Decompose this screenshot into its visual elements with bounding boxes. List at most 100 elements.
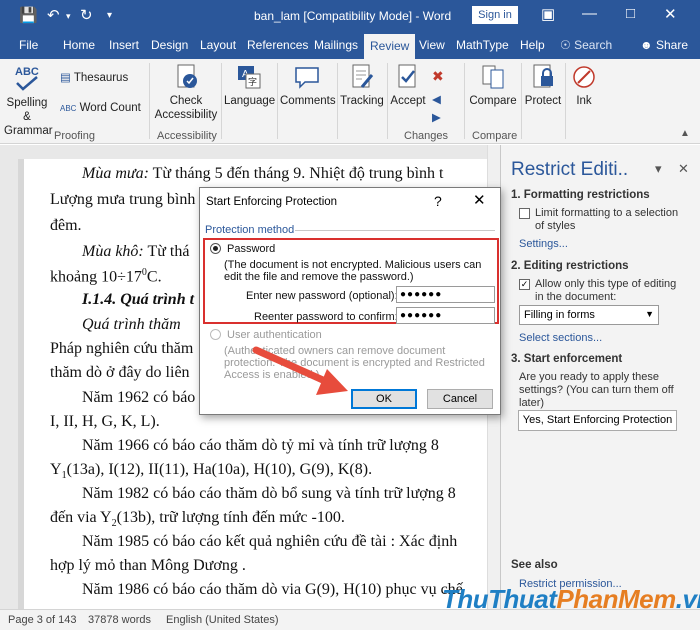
ok-button[interactable]: OK xyxy=(351,389,417,409)
word-count[interactable]: 37878 words xyxy=(88,614,151,626)
share-button[interactable]: ☻ Share xyxy=(640,38,688,52)
password-label: Password xyxy=(227,243,276,255)
watermark-logo: ThuThuatPhanMem.vn xyxy=(442,584,700,614)
next-change-icon[interactable]: ▶ xyxy=(432,111,441,125)
select-sections-link[interactable]: Select sections... xyxy=(519,332,602,344)
password-radio[interactable] xyxy=(210,243,221,254)
reenter-password-label: Reenter password to confirm: xyxy=(254,311,398,323)
cancel-button[interactable]: Cancel xyxy=(427,389,493,409)
thesaurus-button[interactable]: ▤ Thesaurus xyxy=(60,71,128,85)
svg-text:ABC: ABC xyxy=(15,66,39,78)
vertical-ruler xyxy=(0,145,18,609)
document-line: đến via Y2(13b), trữ lượng tính đến mức … xyxy=(50,509,345,530)
tab-help[interactable]: Help xyxy=(520,38,545,52)
ribbon-display-icon[interactable]: ▣ xyxy=(541,5,555,23)
redo-icon[interactable]: ↻ xyxy=(80,6,93,24)
settings-link[interactable]: Settings... xyxy=(519,238,568,250)
reenter-password-input[interactable]: ●●●●●● xyxy=(396,307,495,324)
divider xyxy=(565,63,566,139)
protect-icon xyxy=(533,64,553,88)
close-icon[interactable]: ✕ xyxy=(664,5,677,23)
allow-editing-checkbox[interactable]: ✓ xyxy=(519,279,530,290)
pane-options-icon[interactable]: ▾ xyxy=(655,161,662,177)
page-count[interactable]: Page 3 of 143 xyxy=(8,614,77,626)
enter-password-input[interactable]: ●●●●●● xyxy=(396,286,495,303)
reject-icon[interactable]: ✖ xyxy=(432,69,444,83)
dialog-close-icon[interactable]: ✕ xyxy=(473,191,486,209)
word-count-button[interactable]: ABC Word Count xyxy=(60,101,141,116)
document-line: I, II, H, G, K, L). xyxy=(50,413,160,430)
document-line: Y1(13a), I(12), II(11), Ha(10a), H(10), … xyxy=(50,461,373,482)
tell-me-search[interactable]: ☉ Search xyxy=(560,38,612,52)
limit-formatting-label: Limit formatting to a selection of style… xyxy=(535,207,679,232)
ribbon-tabs: File Home Insert Design Layout Reference… xyxy=(0,32,700,59)
maximize-icon[interactable]: □ xyxy=(626,5,635,22)
user-auth-radio[interactable] xyxy=(210,329,221,340)
divider xyxy=(337,63,338,139)
restrict-editing-pane: Restrict Editi.. ▾ ✕ 1. Formatting restr… xyxy=(500,145,700,609)
formatting-restrictions-heading: 1. Formatting restrictions xyxy=(511,189,650,201)
tab-view[interactable]: View xyxy=(419,38,445,52)
tab-design[interactable]: Design xyxy=(151,38,188,52)
document-line: Mùa mưa: Từ tháng 5 đến tháng 9. Nhiệt đ… xyxy=(82,165,444,182)
divider xyxy=(464,63,465,139)
editing-type-select[interactable]: Filling in forms ▼ xyxy=(519,305,659,325)
collapse-ribbon-icon[interactable]: ▲ xyxy=(680,127,690,141)
comments-icon xyxy=(295,67,319,89)
language-status[interactable]: English (United States) xyxy=(166,614,279,626)
user-auth-label: User authentication xyxy=(227,329,322,341)
tab-file[interactable]: File xyxy=(19,38,38,52)
tab-references[interactable]: References xyxy=(247,38,308,52)
pane-close-icon[interactable]: ✕ xyxy=(678,161,689,177)
help-button[interactable]: ? xyxy=(434,193,442,209)
save-icon[interactable]: 💾 xyxy=(19,6,38,24)
limit-formatting-checkbox[interactable] xyxy=(519,208,530,219)
document-line: khoảng 10÷170C. xyxy=(50,267,162,286)
previous-change-icon[interactable]: ◀ xyxy=(432,93,441,107)
accept-icon xyxy=(398,64,416,88)
tab-mailings[interactable]: Mailings xyxy=(314,38,358,52)
tab-review[interactable]: Review xyxy=(364,34,416,59)
tracking-button[interactable]: Tracking xyxy=(340,63,384,108)
divider xyxy=(387,63,388,139)
accessibility-check-icon xyxy=(177,64,197,88)
compare-icon xyxy=(482,65,504,89)
start-enforcing-button[interactable]: Yes, Start Enforcing Protection xyxy=(518,410,677,431)
minimize-icon[interactable]: — xyxy=(582,5,597,22)
group-changes: Changes xyxy=(404,130,449,142)
comments-button[interactable]: Comments xyxy=(280,63,336,108)
customize-toolbar-icon[interactable]: ▾ xyxy=(107,10,112,21)
tab-home[interactable]: Home xyxy=(63,38,95,52)
undo-dropdown-icon[interactable]: ▾ xyxy=(66,11,71,22)
tab-mathtype[interactable]: MathType xyxy=(456,38,509,52)
document-line: hợp lý mỏ than Mông Dương . xyxy=(50,557,246,574)
spelling-grammar-button[interactable]: ABC Spelling & Grammar xyxy=(4,63,53,138)
ink-button[interactable]: Ink xyxy=(567,63,601,108)
protect-button[interactable]: Protect xyxy=(523,63,563,108)
start-enforcement-heading: 3. Start enforcement xyxy=(511,353,623,365)
ribbon: ABC Spelling & Grammar ▤ Thesaurus ABC Wo… xyxy=(0,59,700,144)
abc-check-icon: ABC xyxy=(15,66,39,91)
window-title: ban_lam [Compatibility Mode] - Word xyxy=(254,9,452,23)
lightbulb-icon: ☉ xyxy=(560,38,571,52)
ink-icon xyxy=(573,66,595,88)
dialog-title: Start Enforcing Protection xyxy=(206,196,338,208)
check-accessibility-button[interactable]: Check Accessibility xyxy=(154,63,218,122)
password-note: (The document is not encrypted. Maliciou… xyxy=(224,259,482,283)
divider xyxy=(295,230,495,231)
sign-in-button[interactable]: Sign in xyxy=(472,6,518,24)
person-icon: ☻ xyxy=(640,38,653,52)
tab-insert[interactable]: Insert xyxy=(109,38,139,52)
language-button[interactable]: A字 Language xyxy=(224,63,275,108)
document-line: đêm. xyxy=(50,217,82,234)
document-line: Năm 1962 có báo xyxy=(82,389,196,406)
enforcement-description: Are you ready to apply these settings? (… xyxy=(519,371,674,409)
accept-button[interactable]: Accept xyxy=(389,63,427,108)
svg-text:字: 字 xyxy=(248,76,257,87)
compare-button[interactable]: Compare xyxy=(467,63,519,108)
title-bar: 💾 ↶ ▾ ↻ ▾ ban_lam [Compatibility Mode] -… xyxy=(0,0,700,32)
allow-editing-label: Allow only this type of editing in the d… xyxy=(535,278,677,303)
tab-layout[interactable]: Layout xyxy=(200,38,236,52)
divider xyxy=(221,63,222,139)
undo-icon[interactable]: ↶ xyxy=(47,6,60,24)
